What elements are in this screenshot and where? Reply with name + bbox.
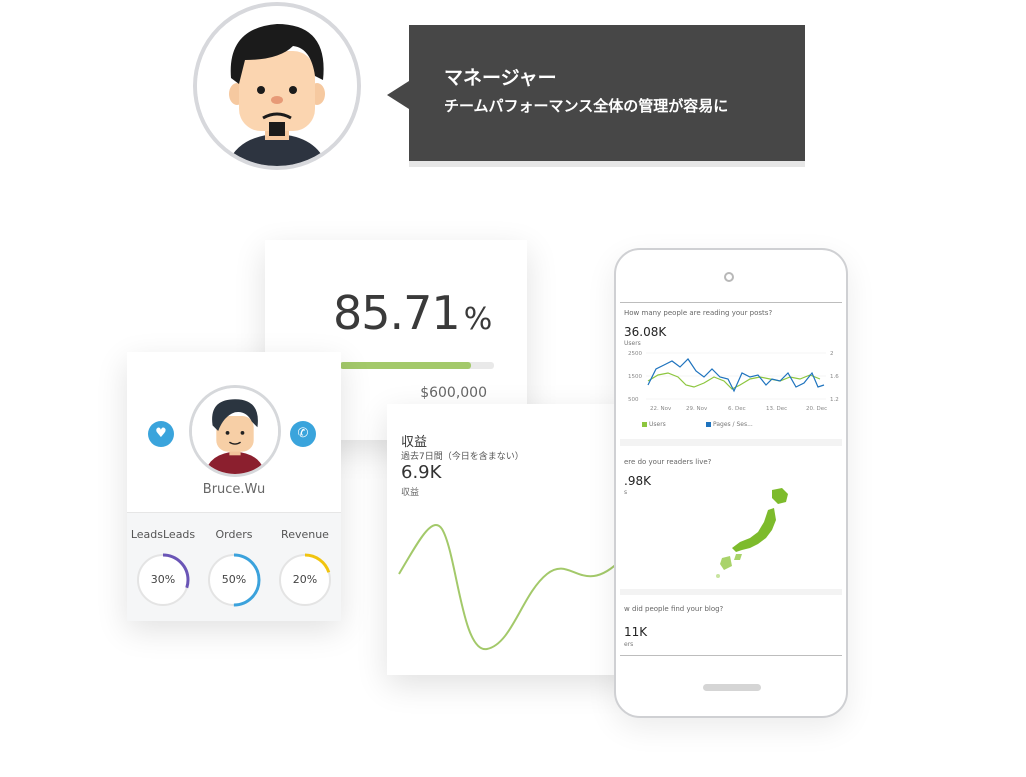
percent-unit: %: [463, 302, 492, 337]
revenue-line-chart: [398, 524, 623, 651]
stat-label-leads: LeadsLeads: [130, 528, 196, 541]
manager-subtitle: チームパフォーマンス全体の管理が容易に: [444, 97, 729, 115]
legend-users-swatch: [642, 422, 647, 427]
y-right-tick: 1.6: [830, 374, 839, 380]
progress-fill: [340, 362, 471, 369]
percent-number: 85.71: [333, 286, 461, 340]
gauge-orders: 50%: [206, 552, 262, 608]
gauge-revenue-value: 20%: [292, 573, 318, 586]
location-question: ere do your readers live?: [624, 458, 712, 466]
legend-users[interactable]: Users: [642, 421, 666, 428]
readers-unit: Users: [624, 340, 641, 347]
manager-title: マネージャー: [444, 67, 557, 89]
readers-section: How many people are reading your posts? …: [620, 303, 842, 439]
location-value: .98K: [624, 474, 651, 488]
revenue-label: 収益: [401, 488, 420, 498]
y-right-tick: 1.2: [830, 397, 839, 403]
progress-track: [340, 362, 494, 369]
location-unit: s: [624, 489, 628, 496]
manager-avatar: [193, 2, 361, 170]
like-button[interactable]: ♥: [148, 421, 174, 447]
japan-map: [716, 488, 788, 578]
manager-speech-bubble: マネージャー チームパフォーマンス全体の管理が容易に: [387, 25, 805, 161]
y-left-tick: 2500: [628, 351, 642, 357]
stat-label-revenue: Revenue: [281, 528, 329, 541]
legend-users-label: Users: [649, 421, 666, 428]
referrers-value: 11K: [624, 625, 648, 639]
x-tick: 29. Nov: [686, 406, 708, 412]
x-tick: 6. Dec: [728, 406, 746, 412]
y-left-tick: 1500: [628, 374, 642, 380]
y-left-tick: 500: [628, 397, 639, 403]
home-button[interactable]: [703, 684, 761, 691]
profile-name: Bruce.Wu: [202, 482, 266, 497]
readers-line-chart: 2500 1500 500 2 1.6 1.2 22. Nov 29. Nov …: [628, 351, 839, 412]
profile-card: ♥ ✆ Bruce.Wu LeadsLeads Orders Revenue 3…: [127, 352, 341, 621]
referrers-unit: ers: [624, 641, 634, 648]
amount-value: $600,000: [420, 385, 487, 401]
x-tick: 13. Dec: [766, 406, 787, 412]
readers-question: How many people are reading your posts?: [624, 309, 773, 317]
gauge-orders-value: 50%: [221, 573, 247, 586]
readers-value: 36.08K: [624, 325, 667, 339]
referrers-section: w did people find your blog? 11K ers: [620, 595, 842, 655]
x-tick: 22. Nov: [650, 406, 672, 412]
manager-illustration: [197, 6, 357, 166]
legend-pages[interactable]: Pages / Ses...: [706, 421, 753, 428]
phone-icon: ✆: [297, 426, 309, 441]
location-section: ere do your readers live? .98K s: [620, 446, 842, 589]
legend-pages-label: Pages / Ses...: [713, 421, 753, 428]
revenue-line: [398, 524, 623, 651]
legend-pages-swatch: [706, 422, 711, 427]
heart-icon: ♥: [155, 426, 167, 441]
x-tick: 20. Dec: [806, 406, 827, 412]
profile-illustration: [192, 388, 278, 474]
gauge-revenue: 20%: [277, 552, 333, 608]
percent-value: 85.71%: [333, 286, 492, 340]
users-series-line: [647, 372, 821, 390]
gauge-leads-value: 30%: [150, 573, 176, 586]
revenue-title: 収益: [401, 435, 428, 450]
referrers-question: w did people find your blog?: [624, 605, 724, 613]
phone-mockup: How many people are reading your posts? …: [614, 248, 848, 718]
y-right-tick: 2: [830, 351, 834, 357]
call-button[interactable]: ✆: [290, 421, 316, 447]
gauge-leads: 30%: [135, 552, 191, 608]
profile-avatar: [189, 385, 281, 477]
revenue-period: 過去7日間（今日を含まない）: [401, 452, 524, 462]
phone-screen[interactable]: How many people are reading your posts? …: [620, 302, 842, 656]
revenue-value: 6.9K: [401, 462, 442, 483]
camera-icon: [724, 272, 734, 282]
revenue-card: 収益 過去7日間（今日を含まない） 6.9K 収益: [387, 404, 637, 675]
stat-label-orders: Orders: [215, 528, 253, 541]
